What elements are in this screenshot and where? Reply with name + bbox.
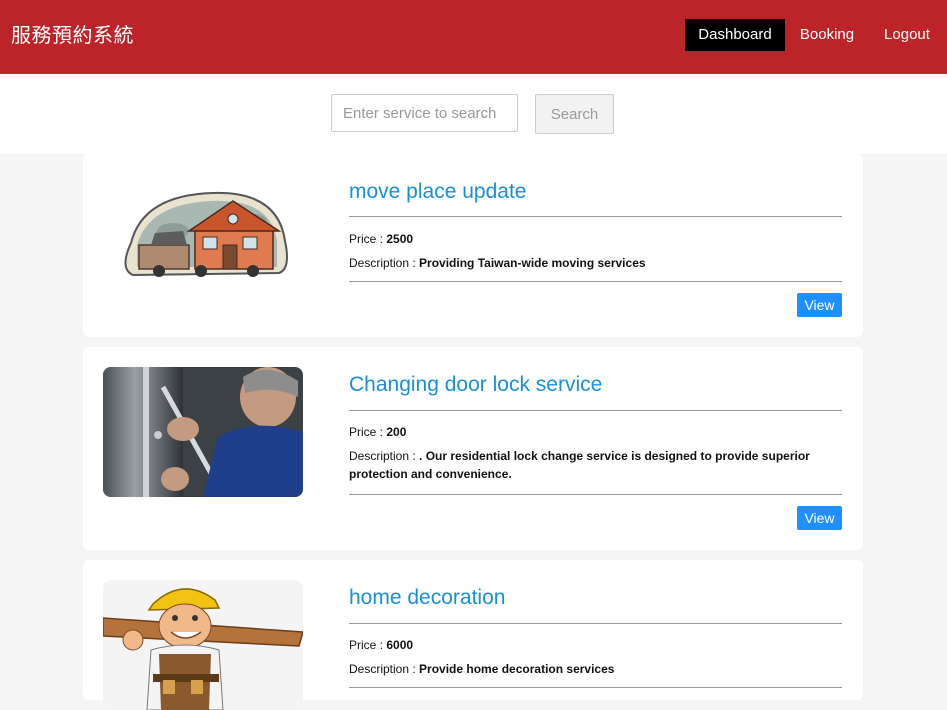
divider <box>349 687 842 688</box>
service-title[interactable]: home decoration <box>349 586 505 610</box>
service-title[interactable]: move place update <box>349 180 526 204</box>
view-button[interactable]: View <box>797 506 842 530</box>
service-description: Description : Providing Taiwan-wide movi… <box>349 254 819 272</box>
price-value: 200 <box>386 425 407 439</box>
service-card: home decoration Price : 6000 Description… <box>83 560 863 710</box>
moving-house-truck-icon <box>124 191 288 277</box>
top-navbar: 服務預約系統 Dashboard Booking Logout <box>0 0 947 74</box>
service-card: move place update Price : 2500 Descripti… <box>83 154 863 337</box>
nav-booking[interactable]: Booking <box>791 19 863 51</box>
description-value: . Our residential lock change service is… <box>349 449 810 481</box>
view-button[interactable]: View <box>797 293 842 317</box>
service-price: Price : 6000 <box>349 636 819 654</box>
divider <box>349 494 842 495</box>
price-value: 2500 <box>386 232 414 246</box>
divider <box>349 410 842 411</box>
description-value: Providing Taiwan-wide moving services <box>419 256 646 270</box>
description-label: Description : <box>349 449 420 463</box>
carpenter-cartoon-icon <box>103 588 303 710</box>
description-label: Description : <box>349 662 420 676</box>
description-value: Provide home decoration services <box>419 662 615 676</box>
divider <box>349 216 842 217</box>
locksmith-photo-icon <box>103 367 303 497</box>
service-image-moving <box>103 181 303 311</box>
service-title[interactable]: Changing door lock service <box>349 373 602 397</box>
service-description: Description : . Our residential lock cha… <box>349 447 819 483</box>
search-button[interactable]: Search <box>535 94 614 134</box>
divider <box>349 281 842 282</box>
service-price: Price : 2500 <box>349 230 819 248</box>
price-label: Price : <box>349 425 387 439</box>
service-image-locksmith <box>103 367 303 497</box>
description-label: Description : <box>349 256 420 270</box>
price-label: Price : <box>349 638 387 652</box>
search-input[interactable] <box>331 94 518 132</box>
service-price: Price : 200 <box>349 423 819 441</box>
service-image-carpenter <box>103 580 303 710</box>
price-value: 6000 <box>386 638 414 652</box>
divider <box>349 623 842 624</box>
nav-logout[interactable]: Logout <box>873 19 941 51</box>
service-description: Description : Provide home decoration se… <box>349 660 819 678</box>
nav-dashboard[interactable]: Dashboard <box>685 19 785 51</box>
search-bar: Search <box>0 74 947 154</box>
service-card: Changing door lock service Price : 200 D… <box>83 347 863 550</box>
app-brand[interactable]: 服務預約系統 <box>11 19 134 48</box>
price-label: Price : <box>349 232 387 246</box>
